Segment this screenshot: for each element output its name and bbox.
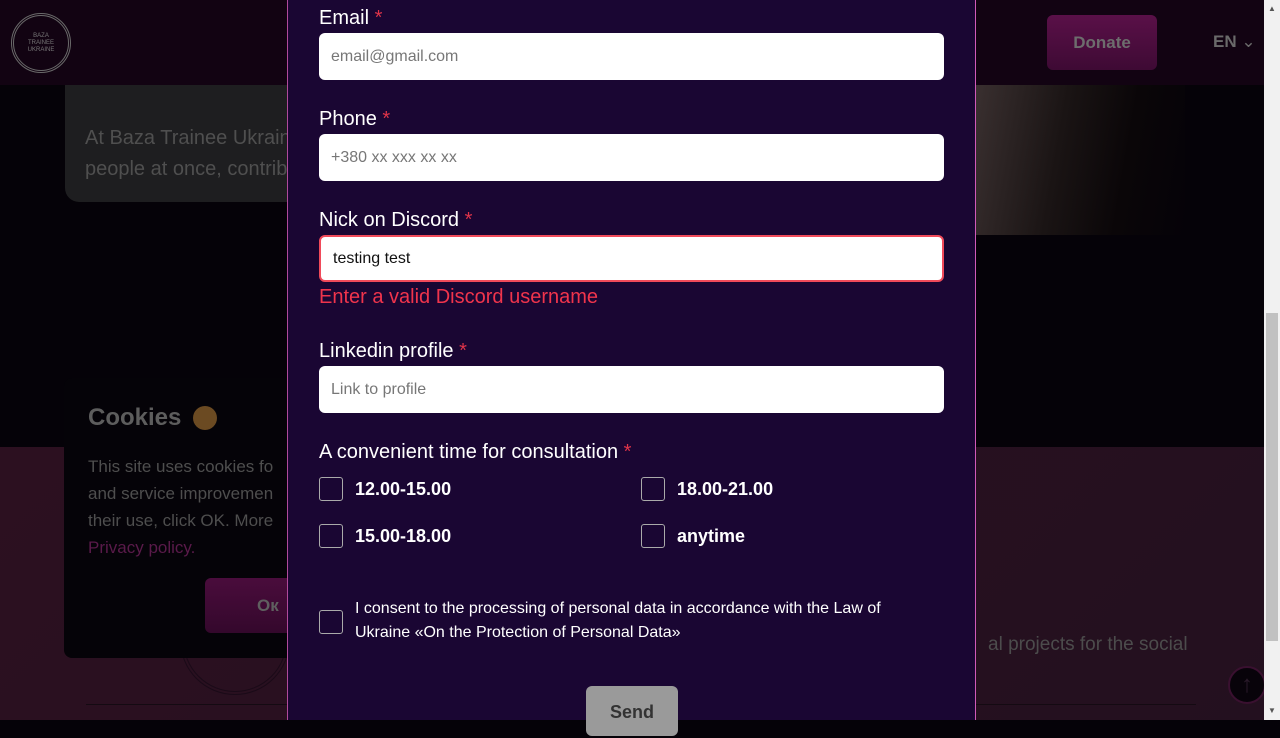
logo[interactable]: BAZA TRAINEE UKRAINE xyxy=(11,13,71,73)
checkbox[interactable] xyxy=(319,610,343,634)
discord-input[interactable] xyxy=(319,235,944,282)
time-option-18-21[interactable]: 18.00-21.00 xyxy=(641,477,773,501)
cookie-banner: Cookies This site uses cookies fo and se… xyxy=(64,378,304,658)
scroll-down-arrow-icon[interactable]: ▼ xyxy=(1268,706,1276,715)
discord-label: Nick on Discord * xyxy=(319,209,473,231)
logo-text: BAZA xyxy=(33,32,49,39)
consent-checkbox[interactable]: I consent to the processing of personal … xyxy=(319,597,919,645)
checkbox[interactable] xyxy=(641,524,665,548)
scroll-up-arrow-icon[interactable]: ▲ xyxy=(1268,4,1276,13)
language-label: EN xyxy=(1213,32,1237,51)
email-input[interactable] xyxy=(319,33,944,80)
time-option-15-18[interactable]: 15.00-18.00 xyxy=(319,524,451,548)
logo-text: TRAINEE xyxy=(27,39,54,46)
cookie-text: This site uses cookies fo xyxy=(88,457,274,476)
logo-text: UKRAINE xyxy=(27,46,55,53)
scrollbar[interactable]: ▲ ▼ xyxy=(1264,0,1280,720)
cookie-icon xyxy=(193,406,218,430)
phone-input[interactable] xyxy=(319,134,944,181)
email-label: Email * xyxy=(319,7,383,29)
scrollbar-thumb[interactable] xyxy=(1266,313,1278,641)
checkbox[interactable] xyxy=(319,524,343,548)
section-text: al projects for the social xyxy=(988,634,1188,655)
cookie-text: their use, click OK. More xyxy=(88,511,274,530)
consultation-form-modal: Email * Phone * Nick on Discord * Enter … xyxy=(287,0,976,736)
consent-text: I consent to the processing of personal … xyxy=(355,600,881,641)
time-option-12-15[interactable]: 12.00-15.00 xyxy=(319,477,451,501)
cookie-title: Cookies xyxy=(88,404,182,431)
cookie-text: and service improvemen xyxy=(88,484,274,503)
checkbox[interactable] xyxy=(641,477,665,501)
hero-image xyxy=(975,85,1185,235)
time-option-anytime[interactable]: anytime xyxy=(641,524,745,548)
arrow-up-icon: ↑ xyxy=(1241,671,1253,698)
language-selector[interactable]: EN ⌄ xyxy=(1213,32,1256,52)
privacy-policy-link[interactable]: Privacy policy. xyxy=(88,538,195,557)
linkedin-label: Linkedin profile * xyxy=(319,340,467,362)
phone-label: Phone * xyxy=(319,108,391,130)
linkedin-input[interactable] xyxy=(319,366,944,413)
time-label: A convenient time for consultation * xyxy=(319,441,632,463)
scroll-to-top-button[interactable]: ↑ xyxy=(1228,666,1266,704)
checkbox[interactable] xyxy=(319,477,343,501)
send-button[interactable]: Send xyxy=(586,686,678,736)
donate-button[interactable]: Donate xyxy=(1047,15,1157,70)
chevron-down-icon: ⌄ xyxy=(1241,32,1256,51)
discord-error: Enter a valid Discord username xyxy=(319,286,599,308)
